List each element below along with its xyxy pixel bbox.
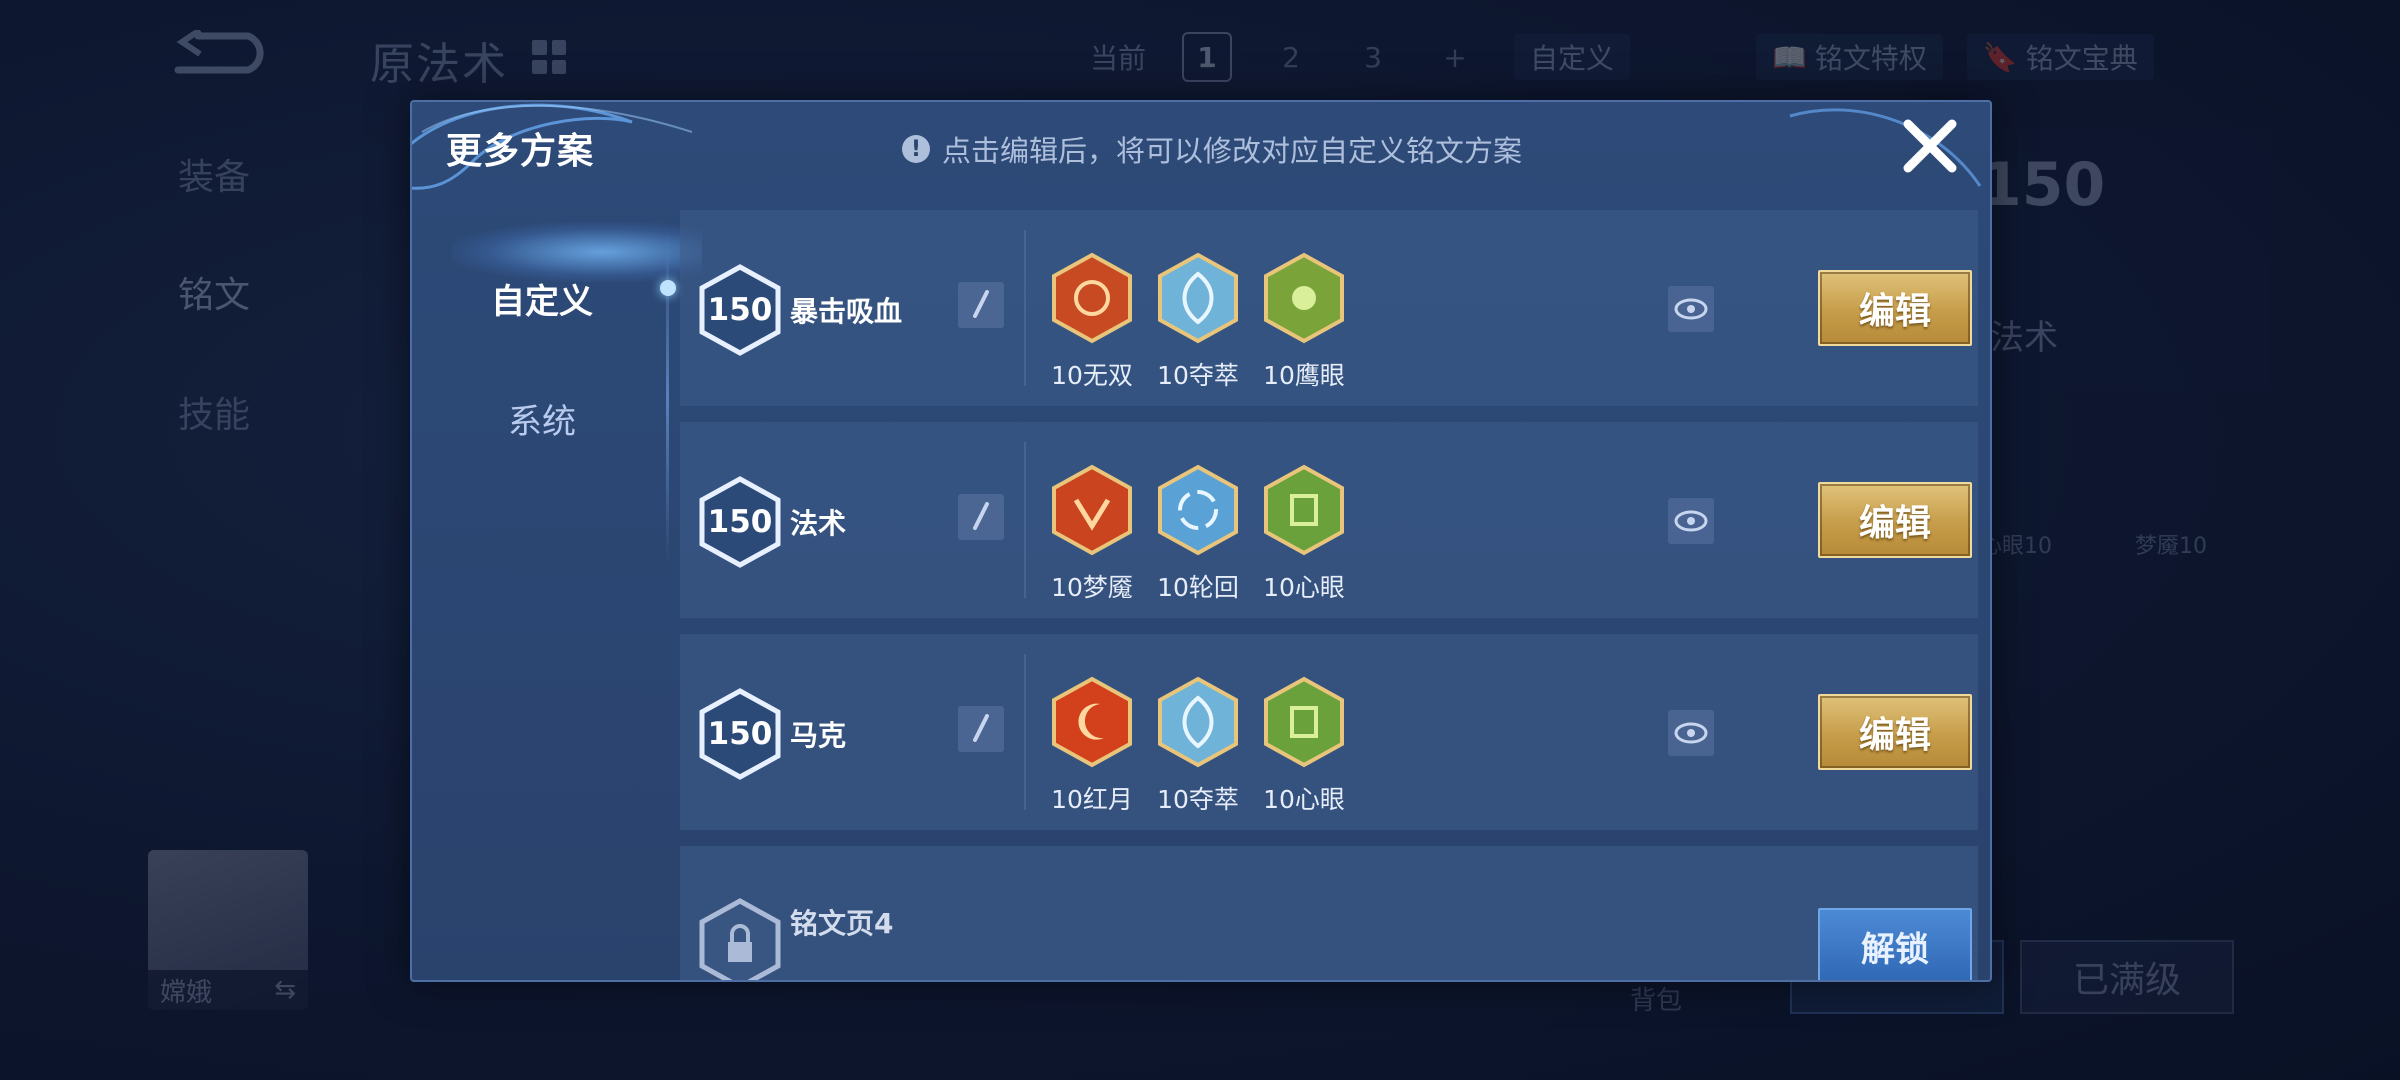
hint-message: ! 点击编辑后，将可以修改对应自定义铭文方案 bbox=[902, 128, 1522, 170]
row-divider bbox=[1024, 230, 1026, 386]
plan-row: 150 马克 10红月 10夺萃 10心眼 编辑 bbox=[680, 634, 1978, 830]
preview-button[interactable] bbox=[1668, 710, 1714, 756]
plan-row-locked: 铭文页4 解锁 bbox=[680, 846, 1978, 980]
green-gem-icon bbox=[1264, 252, 1344, 344]
edit-button[interactable]: 编辑 bbox=[1818, 694, 1972, 770]
gem-label: 10鹰眼 bbox=[1263, 361, 1345, 390]
pencil-icon bbox=[973, 714, 989, 742]
plan-name: 法术 bbox=[790, 507, 847, 540]
plan-level: 150 bbox=[707, 504, 773, 540]
blue-gem-icon bbox=[1158, 464, 1238, 556]
edit-button[interactable]: 编辑 bbox=[1818, 482, 1972, 558]
plan-row: 150 法术 10梦魇 10轮回 10心眼 编辑 bbox=[680, 422, 1978, 618]
gem-label: 10心眼 bbox=[1263, 573, 1345, 602]
close-icon[interactable] bbox=[1898, 114, 1962, 178]
plan-level: 150 bbox=[707, 292, 773, 328]
rename-button[interactable] bbox=[958, 282, 1004, 328]
plan-name: 暴击吸血 bbox=[790, 295, 903, 328]
gem-label: 10夺萃 bbox=[1157, 361, 1239, 390]
gem-label: 10无双 bbox=[1051, 361, 1133, 390]
info-icon: ! bbox=[902, 135, 930, 163]
eye-icon bbox=[1674, 722, 1708, 744]
plan-tabs: 自定义 系统 bbox=[412, 212, 672, 612]
edit-button[interactable]: 编辑 bbox=[1818, 270, 1972, 346]
gem-label: 10心眼 bbox=[1263, 785, 1345, 814]
gem-label: 10夺萃 bbox=[1157, 785, 1239, 814]
rename-button[interactable] bbox=[958, 706, 1004, 752]
preview-button[interactable] bbox=[1668, 286, 1714, 332]
plan-name: 马克 bbox=[790, 719, 847, 752]
eye-icon bbox=[1674, 510, 1708, 532]
preview-button[interactable] bbox=[1668, 498, 1714, 544]
plan-level: 150 bbox=[707, 716, 773, 752]
tab-custom[interactable]: 自定义 bbox=[412, 258, 672, 338]
plan-row: 150 暴击吸血 10无双 10夺萃 10鹰眼 编辑 bbox=[680, 210, 1978, 406]
tab-system[interactable]: 系统 bbox=[412, 378, 672, 458]
more-plans-modal: 更多方案 ! 点击编辑后，将可以修改对应自定义铭文方案 自定义 系统 150 暴… bbox=[410, 100, 1992, 982]
blue-gem-icon bbox=[1158, 252, 1238, 344]
row-divider bbox=[1024, 442, 1026, 598]
modal-title: 更多方案 bbox=[446, 131, 595, 172]
lock-icon bbox=[699, 898, 781, 980]
red-gem-icon bbox=[1052, 252, 1132, 344]
red-gem-icon bbox=[1052, 464, 1132, 556]
green-gem-icon bbox=[1264, 676, 1344, 768]
plan-name: 铭文页4 bbox=[790, 907, 894, 940]
pencil-icon bbox=[973, 290, 989, 318]
hint-text: 点击编辑后，将可以修改对应自定义铭文方案 bbox=[942, 134, 1523, 168]
green-gem-icon bbox=[1264, 464, 1344, 556]
pencil-icon bbox=[973, 502, 989, 530]
blue-gem-icon bbox=[1158, 676, 1238, 768]
unlock-button[interactable]: 解锁 bbox=[1818, 908, 1972, 980]
gem-label: 10红月 bbox=[1051, 785, 1133, 814]
red-gem-icon bbox=[1052, 676, 1132, 768]
eye-icon bbox=[1674, 298, 1708, 320]
row-divider bbox=[1024, 654, 1026, 810]
gem-label: 10梦魇 bbox=[1051, 573, 1133, 602]
rename-button[interactable] bbox=[958, 494, 1004, 540]
gem-label: 10轮回 bbox=[1157, 573, 1239, 602]
